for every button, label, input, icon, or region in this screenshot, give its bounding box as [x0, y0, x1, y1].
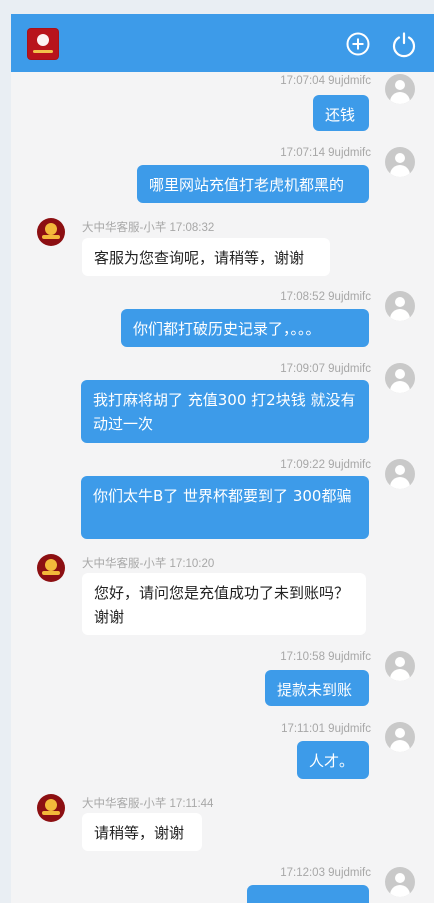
- user-message-meta: 17:11:01 9ujdmifc: [281, 723, 371, 735]
- user-message-bubble: 人才。: [297, 741, 369, 779]
- user-avatar-icon: [385, 363, 415, 393]
- agent-message-meta: 大中华客服-小芊 17:11:44: [82, 798, 214, 810]
- user-avatar-icon: [385, 459, 415, 489]
- user-message-meta: 17:12:03 9ujdmifc: [280, 867, 371, 879]
- chat-window: 17:07:04 9ujdmifc 还钱 17:07:14 9ujdmifc 哪里网站…: [11, 14, 434, 903]
- header-bar: [11, 14, 434, 72]
- user-message-meta: 17:08:52 9ujdmifc: [280, 291, 371, 303]
- agent-message-bubble: 您好，请问您是充值成功了未到账吗？谢谢: [82, 573, 366, 635]
- user-message-meta: 17:07:04 9ujdmifc: [280, 75, 371, 87]
- user-message-bubble: 哪里网站充值打老虎机都黑的: [137, 165, 369, 203]
- user-message-meta: 17:09:22 9ujdmifc: [280, 459, 371, 471]
- user-avatar-icon: [385, 722, 415, 752]
- user-message-meta: 17:10:58 9ujdmifc: [280, 651, 371, 663]
- agent-message-meta: 大中华客服-小芊 17:10:20: [82, 558, 215, 570]
- user-message-bubble: [247, 885, 369, 903]
- user-message-meta: 17:09:07 9ujdmifc: [280, 363, 371, 375]
- agent-message-bubble: 客服为您查询呢，请稍等，谢谢: [82, 238, 330, 276]
- user-avatar-icon: [385, 147, 415, 177]
- agent-avatar-icon: [37, 554, 65, 582]
- power-button[interactable]: [390, 30, 418, 58]
- agent-message-bubble: 请稍等，谢谢: [82, 813, 202, 851]
- power-icon: [392, 32, 416, 58]
- user-message-bubble: 提款未到账: [265, 670, 369, 706]
- app-logo: [27, 28, 59, 60]
- user-message-bubble: 你们都打破历史记录了，。。。: [121, 309, 369, 347]
- user-message-meta: 17:07:14 9ujdmifc: [280, 147, 371, 159]
- agent-avatar-icon: [37, 218, 65, 246]
- user-avatar-icon: [385, 651, 415, 681]
- user-message-bubble: 还钱: [313, 95, 369, 131]
- agent-message-meta: 大中华客服-小芊 17:08:32: [82, 222, 215, 234]
- user-avatar-icon: [385, 291, 415, 321]
- user-message-bubble: 我打麻将胡了 充值300 打2块钱 就没有动过一次: [81, 380, 369, 443]
- agent-avatar-icon: [37, 794, 65, 822]
- plus-circle-icon: [346, 32, 370, 56]
- user-avatar-icon: [385, 867, 415, 897]
- user-avatar-icon: [385, 74, 415, 104]
- add-button[interactable]: [344, 30, 372, 58]
- user-message-bubble: 你们太牛B了 世界杯都要到了 300都骗: [81, 476, 369, 539]
